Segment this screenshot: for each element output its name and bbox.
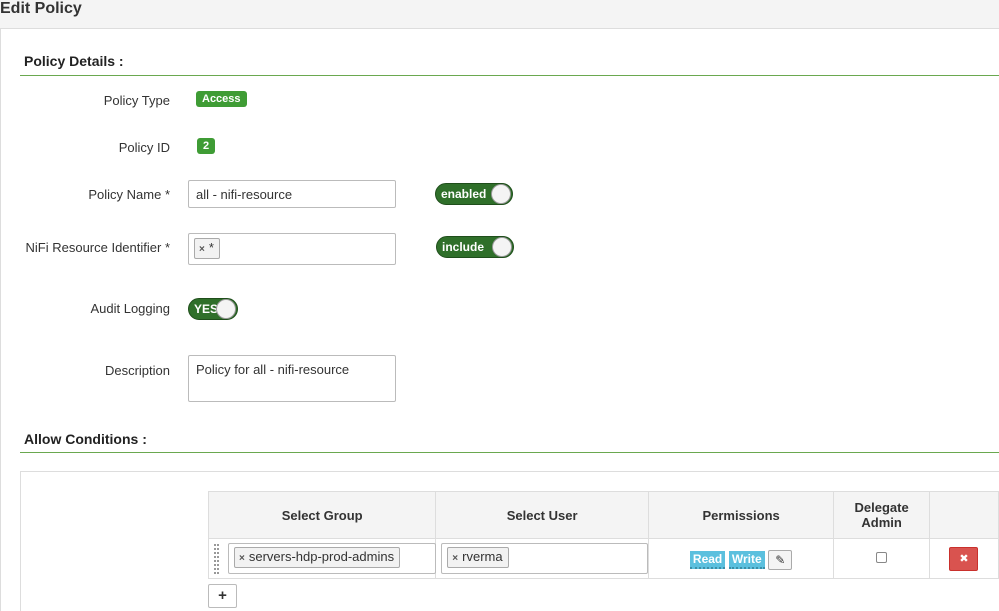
policy-name-label: Policy Name * — [88, 187, 170, 202]
edit-permissions-button[interactable]: ✎ — [768, 550, 793, 570]
group-cell: × servers-hdp-prod-admins — [207, 538, 437, 579]
section-divider — [20, 452, 999, 453]
user-select[interactable]: × rverma — [441, 543, 649, 574]
audit-logging-toggle-label: YES — [194, 302, 219, 316]
policy-id-badge: 2 — [197, 138, 216, 154]
drag-handle-icon[interactable] — [214, 544, 219, 574]
column-header-user: Select User — [435, 491, 649, 539]
resource-include-toggle-label: include — [442, 240, 485, 254]
resource-tag-label: * — [208, 240, 214, 255]
table-row: × servers-hdp-prod-admins × rverma Read Wr… — [207, 538, 999, 579]
allow-conditions-table: Select Group Select User Permissions Del… — [207, 491, 999, 579]
actions-cell: ✖ — [928, 538, 999, 579]
title-bar: Edit Policy — [0, 0, 999, 28]
permission-read-badge[interactable]: Read — [689, 551, 726, 570]
toggle-knob — [492, 237, 512, 257]
column-header-delegate-admin: Delegate Admin — [833, 491, 930, 539]
audit-logging-label: Audit Logging — [90, 301, 170, 316]
permission-write-badge[interactable]: Write — [728, 551, 765, 570]
user-tag-label: rverma — [462, 549, 503, 564]
description-textarea[interactable]: Policy for all - nifi-resource — [188, 355, 396, 402]
toggle-knob — [491, 184, 511, 204]
column-header-permissions: Permissions — [647, 491, 835, 539]
resource-tag[interactable]: × * — [194, 238, 220, 259]
description-label: Description — [104, 363, 170, 378]
group-select[interactable]: × servers-hdp-prod-admins — [228, 543, 436, 574]
group-tag[interactable]: × servers-hdp-prod-admins — [234, 547, 401, 568]
policy-id-label: Policy ID — [118, 140, 170, 155]
close-icon: ✖ — [959, 552, 969, 565]
policy-enabled-toggle-label: enabled — [441, 187, 487, 201]
delegate-admin-checkbox[interactable] — [876, 552, 888, 563]
pencil-icon: ✎ — [775, 553, 786, 567]
column-header-group: Select Group — [207, 491, 437, 539]
section-divider — [20, 75, 999, 76]
group-tag-label: servers-hdp-prod-admins — [248, 549, 395, 564]
resource-identifier-input[interactable]: × * — [188, 233, 396, 265]
remove-tag-icon[interactable]: × — [199, 244, 205, 255]
policy-enabled-toggle[interactable]: enabled — [435, 183, 513, 205]
policy-type-badge: Access — [196, 91, 247, 107]
delete-row-button[interactable]: ✖ — [949, 546, 979, 571]
column-header-actions — [928, 491, 999, 539]
policy-name-input[interactable]: all - nifi-resource — [188, 180, 396, 208]
resource-identifier-label: NiFi Resource Identifier * — [25, 240, 171, 255]
toggle-knob — [216, 299, 236, 319]
section-title-allow-conditions: Allow Conditions : — [24, 431, 147, 447]
add-condition-button[interactable]: + — [208, 584, 237, 608]
remove-tag-icon[interactable]: × — [239, 553, 245, 564]
permissions-cell: Read Write ✎ — [647, 538, 835, 579]
section-title-policy-details: Policy Details : — [24, 53, 124, 69]
resource-include-toggle[interactable]: include — [436, 236, 514, 258]
user-cell: × rverma — [435, 538, 649, 579]
delegate-admin-cell — [833, 538, 930, 579]
page-title: Edit Policy — [0, 0, 82, 17]
policy-type-label: Policy Type — [103, 93, 170, 108]
audit-logging-toggle[interactable]: YES — [188, 298, 238, 320]
user-tag[interactable]: × rverma — [447, 547, 509, 568]
remove-tag-icon[interactable]: × — [452, 553, 458, 564]
